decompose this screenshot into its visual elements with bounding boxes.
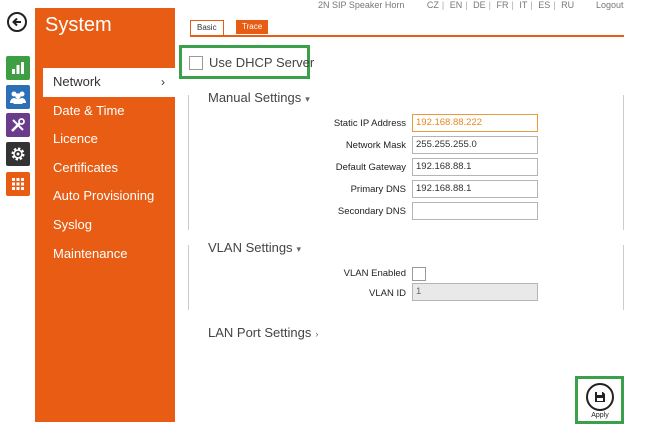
sidebar-item-label: Auto Provisioning (53, 188, 155, 204)
sidebar-item-network[interactable]: Network › (43, 68, 175, 97)
chevron-right-icon: › (161, 75, 165, 89)
top-bar: 2N SIP Speaker Horn CZ | EN | DE | FR | IT | … (318, 0, 624, 10)
users-icon[interactable] (6, 85, 30, 109)
tab-trace[interactable]: Trace (236, 20, 269, 34)
network-mask-label: Network Mask (345, 140, 406, 151)
manual-settings-header[interactable]: Manual Settings ▾ (208, 90, 310, 105)
secondary-dns-label: Secondary DNS (337, 206, 406, 217)
lang-cz[interactable]: CZ (427, 0, 439, 10)
vlan-enabled-checkbox[interactable] (412, 267, 426, 281)
lang-en[interactable]: EN (450, 0, 463, 10)
sidebar-item-label: Certificates (53, 159, 119, 175)
vlan-settings-header[interactable]: VLAN Settings ▾ (208, 240, 301, 255)
section-title: LAN Port Settings (208, 325, 312, 340)
lang-fr[interactable]: FR (497, 0, 509, 10)
save-icon (595, 392, 605, 402)
grid-icon[interactable] (6, 172, 30, 196)
lang-ru[interactable]: RU (561, 0, 574, 10)
sidebar-item-syslog[interactable]: Syslog (35, 211, 175, 240)
sidebar-nav: Network › Date & Time Licence Certificat… (35, 68, 175, 268)
sidebar-item-certificates[interactable]: Certificates (35, 154, 175, 183)
vlan-id-label: VLAN ID (369, 288, 406, 299)
sidebar-item-maintenance[interactable]: Maintenance (35, 240, 175, 269)
vlan-id-input: 1 (412, 283, 538, 301)
sidebar-item-date-time[interactable]: Date & Time (35, 97, 175, 126)
section-title: VLAN Settings (208, 240, 293, 255)
logout-link[interactable]: Logout (596, 0, 624, 10)
primary-dns-label: Primary DNS (350, 184, 406, 195)
tools-icon[interactable] (6, 113, 30, 137)
lang-es[interactable]: ES (538, 0, 550, 10)
lang-it[interactable]: IT (519, 0, 527, 10)
apply-label: Apply (591, 412, 609, 419)
sidebar-item-label: Maintenance (53, 245, 128, 261)
manual-settings-frame (188, 95, 624, 230)
static-ip-input[interactable]: 192.168.88.222 (412, 114, 538, 132)
dhcp-checkbox[interactable] (189, 56, 203, 70)
gear-icon[interactable] (6, 142, 30, 166)
default-gateway-label: Default Gateway (335, 162, 406, 173)
sidebar-item-licence[interactable]: Licence (35, 125, 175, 154)
vlan-enabled-label: VLAN Enabled (343, 268, 406, 279)
secondary-dns-input[interactable] (412, 202, 538, 220)
sidebar-title: System (45, 14, 112, 36)
back-arrow-icon[interactable] (7, 12, 27, 32)
sidebar-item-label: Network (53, 74, 101, 89)
chevron-down-icon: ▾ (296, 244, 302, 254)
language-selector: CZ | EN | DE | FR | IT | ES | RU (426, 0, 575, 10)
chevron-right-icon: › (315, 329, 319, 339)
dhcp-label: Use DHCP Server (209, 55, 315, 70)
network-mask-input[interactable]: 255.255.255.0 (412, 136, 538, 154)
apply-button[interactable] (586, 383, 614, 411)
section-title: Manual Settings (208, 90, 302, 105)
primary-dns-input[interactable]: 192.168.88.1 (412, 180, 538, 198)
sidebar: System Network › Date & Time Licence Cer… (35, 8, 175, 422)
sidebar-item-auto-provisioning[interactable]: Auto Provisioning (35, 182, 175, 211)
tab-basic[interactable]: Basic (190, 20, 224, 35)
default-gateway-input[interactable]: 192.168.88.1 (412, 158, 538, 176)
sidebar-item-label: Date & Time (53, 102, 125, 118)
product-name: 2N SIP Speaker Horn (318, 0, 405, 10)
sidebar-item-label: Syslog (53, 216, 93, 232)
lan-port-settings-header[interactable]: LAN Port Settings › (208, 325, 318, 340)
bar-chart-icon[interactable] (6, 56, 30, 80)
chevron-down-icon: ▾ (305, 94, 310, 104)
tab-underline (190, 35, 624, 37)
static-ip-label: Static IP Address (333, 118, 406, 129)
sidebar-item-label: Licence (53, 131, 98, 147)
lang-de[interactable]: DE (473, 0, 486, 10)
